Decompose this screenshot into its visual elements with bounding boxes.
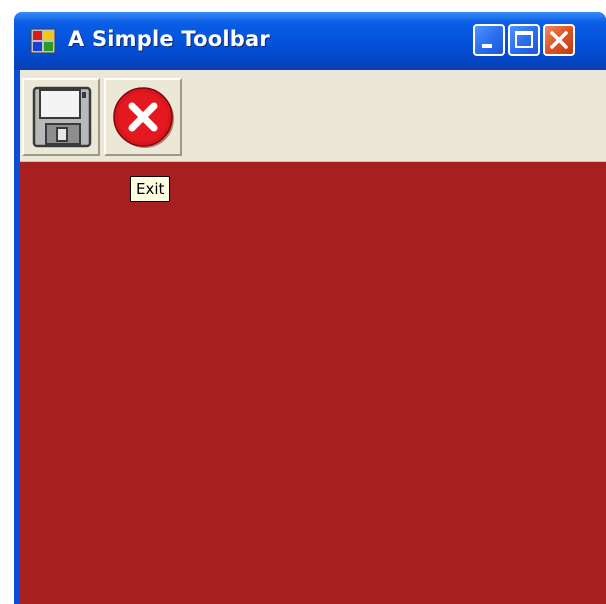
exit-x-icon xyxy=(113,87,174,148)
minimize-icon xyxy=(482,44,492,48)
window-title: A Simple Toolbar xyxy=(68,27,270,51)
close-icon xyxy=(550,31,568,49)
save-button[interactable] xyxy=(22,78,100,156)
minimize-button[interactable] xyxy=(473,24,505,56)
maximize-button[interactable] xyxy=(508,24,540,56)
close-button[interactable] xyxy=(543,24,575,56)
maximize-icon xyxy=(515,31,533,48)
application-icon[interactable] xyxy=(30,28,56,54)
exit-tooltip: Exit xyxy=(130,176,171,202)
exit-button[interactable] xyxy=(104,78,182,156)
toolbar xyxy=(20,70,606,162)
client-area xyxy=(20,70,606,604)
title-bar[interactable]: A Simple Toolbar xyxy=(14,12,606,70)
app-window: A Simple Toolbar xyxy=(14,12,606,604)
floppy-disk-icon xyxy=(32,86,92,148)
